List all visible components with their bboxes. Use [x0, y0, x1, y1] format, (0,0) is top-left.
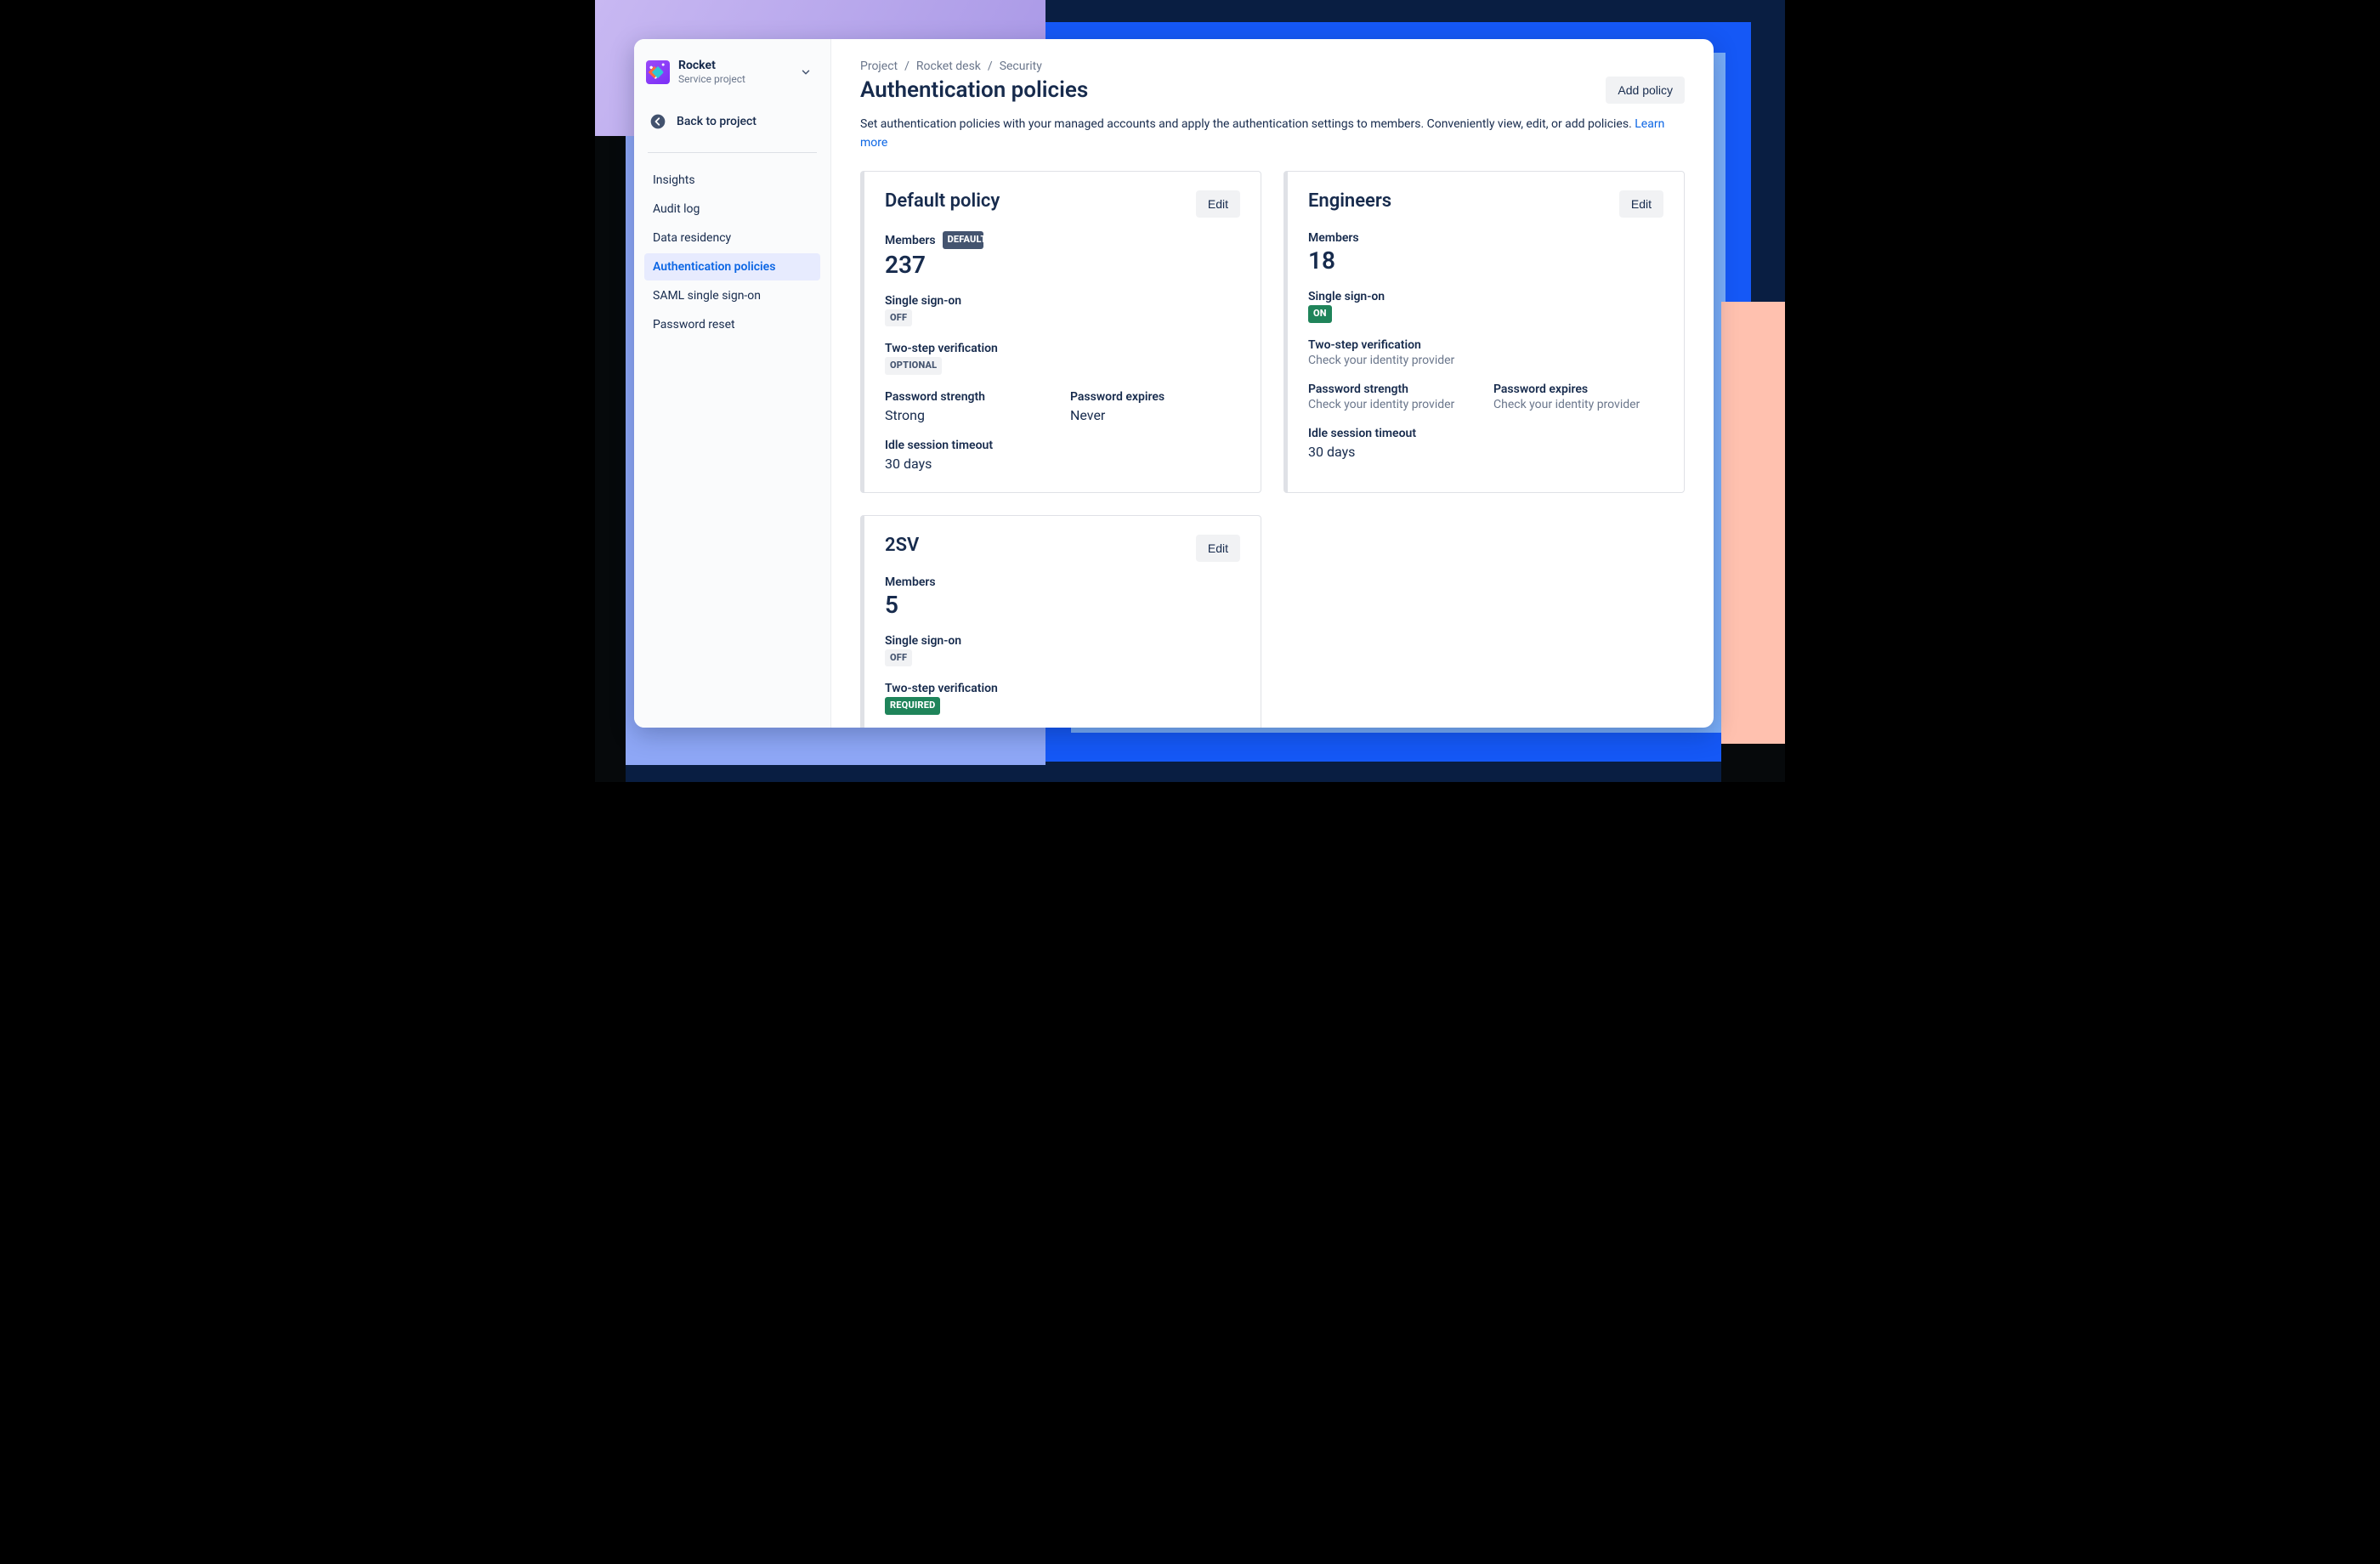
- pw-strength-label: Password strength: [1308, 382, 1478, 396]
- policy-card-default: Default policy Edit Members DEFAULT 237 …: [860, 171, 1261, 493]
- policy-title: Engineers: [1308, 190, 1391, 212]
- edit-policy-button[interactable]: Edit: [1619, 190, 1663, 218]
- policy-card-2sv: 2SV Edit Members 5 Single sign-on OFF Tw…: [860, 515, 1261, 728]
- sidebar-item-data-residency[interactable]: Data residency: [644, 224, 820, 252]
- sidebar-item-insights[interactable]: Insights: [644, 167, 820, 194]
- twosv-badge: OPTIONAL: [885, 357, 942, 375]
- pw-expires-value: Never: [1070, 407, 1240, 423]
- twosv-label: Two-step verification: [885, 342, 1240, 355]
- pw-expires-label: Password expires: [1493, 382, 1663, 396]
- sso-label: Single sign-on: [885, 634, 1240, 648]
- page-title: Authentication policies: [860, 77, 1088, 103]
- sidebar-item-authentication-policies[interactable]: Authentication policies: [644, 253, 820, 280]
- default-badge: DEFAULT: [943, 231, 983, 249]
- breadcrumb-security[interactable]: Security: [1000, 60, 1042, 73]
- edit-policy-button[interactable]: Edit: [1196, 190, 1240, 218]
- pw-strength-value: Strong: [885, 407, 1055, 423]
- breadcrumb-rocket-desk[interactable]: Rocket desk: [916, 60, 981, 73]
- policy-card-grid: Default policy Edit Members DEFAULT 237 …: [860, 171, 1685, 728]
- policy-card-engineers: Engineers Edit Members 18 Single sign-on…: [1284, 171, 1685, 493]
- sso-badge: ON: [1308, 305, 1332, 323]
- back-to-project-link[interactable]: Back to project: [644, 106, 820, 137]
- sso-label: Single sign-on: [1308, 290, 1663, 303]
- sidebar-divider: [648, 152, 817, 153]
- sso-badge: OFF: [885, 649, 912, 667]
- arrow-left-circle-icon: [649, 113, 666, 130]
- sidebar-item-audit-log[interactable]: Audit log: [644, 196, 820, 223]
- sidebar-item-password-reset[interactable]: Password reset: [644, 311, 820, 338]
- pw-strength-label: Password strength: [885, 390, 1055, 404]
- project-meta: Rocket Service project: [678, 60, 791, 86]
- idle-value: 30 days: [1308, 444, 1663, 460]
- back-label: Back to project: [677, 115, 756, 128]
- pw-expires-label: Password expires: [1070, 390, 1240, 404]
- members-label: Members: [885, 234, 936, 247]
- breadcrumb: Project / Rocket desk / Security: [860, 60, 1685, 73]
- app-window: Rocket Service project Back to project I…: [634, 39, 1714, 728]
- rocket-icon: [646, 60, 670, 84]
- twosv-badge: REQUIRED: [885, 697, 940, 715]
- pw-strength-note: Check your identity provider: [1308, 398, 1478, 411]
- sidebar-item-saml-sso[interactable]: SAML single sign-on: [644, 282, 820, 309]
- idle-label: Idle session timeout: [1308, 427, 1663, 440]
- sidebar-nav: Insights Audit log Data residency Authen…: [644, 167, 820, 338]
- project-switcher[interactable]: Rocket Service project: [644, 58, 820, 94]
- chevron-down-icon: [800, 66, 812, 78]
- twosv-label: Two-step verification: [885, 682, 1240, 695]
- main-content: Project / Rocket desk / Security Authent…: [831, 39, 1714, 728]
- members-count: 18: [1308, 246, 1663, 275]
- members-count: 237: [885, 251, 1240, 279]
- page-description: Set authentication policies with your ma…: [860, 116, 1676, 152]
- members-label: Members: [1308, 231, 1359, 245]
- breadcrumb-project[interactable]: Project: [860, 60, 898, 73]
- twosv-label: Two-step verification: [1308, 338, 1663, 352]
- sidebar: Rocket Service project Back to project I…: [634, 39, 831, 728]
- twosv-note: Check your identity provider: [1308, 354, 1663, 367]
- policy-title: 2SV: [885, 535, 919, 556]
- members-count: 5: [885, 591, 1240, 619]
- edit-policy-button[interactable]: Edit: [1196, 535, 1240, 562]
- add-policy-button[interactable]: Add policy: [1606, 76, 1685, 104]
- project-type: Service project: [678, 74, 791, 85]
- project-name: Rocket: [678, 60, 791, 72]
- members-label: Members: [885, 575, 936, 589]
- sso-label: Single sign-on: [885, 294, 1240, 308]
- idle-label: Idle session timeout: [885, 439, 1240, 452]
- idle-value: 30 days: [885, 456, 1240, 472]
- policy-title: Default policy: [885, 190, 1000, 212]
- sso-badge: OFF: [885, 309, 912, 327]
- pw-expires-note: Check your identity provider: [1493, 398, 1663, 411]
